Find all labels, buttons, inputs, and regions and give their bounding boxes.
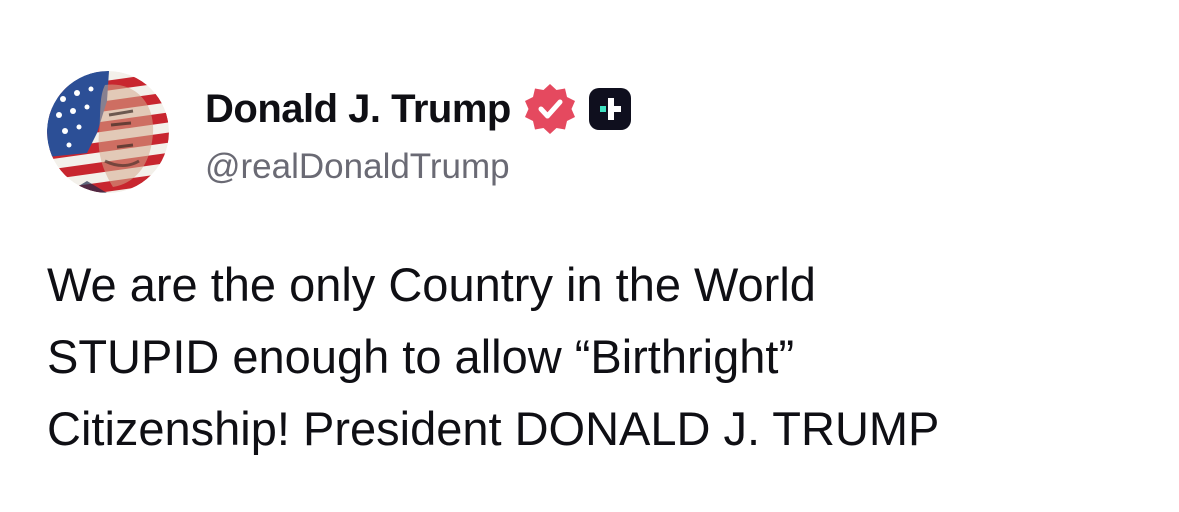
author-name-row: Donald J. Trump xyxy=(205,80,631,138)
post-text-line: Citizenship! President DONALD J. TRUMP xyxy=(47,402,940,455)
post-text-line: STUPID enough to allow “Birthright” xyxy=(47,330,795,383)
post-text: We are the only Country in the World STU… xyxy=(47,249,1147,465)
avatar-image xyxy=(47,71,169,193)
post-text-line: We are the only Country in the World xyxy=(47,258,816,311)
plus-badge-icon xyxy=(588,88,631,130)
author-handle[interactable]: @realDonaldTrump xyxy=(205,147,510,187)
display-name[interactable]: Donald J. Trump xyxy=(205,87,511,132)
verified-badge-icon xyxy=(523,82,577,136)
avatar[interactable] xyxy=(47,71,169,193)
post-card: Donald J. Trump @realDonaldTrump We are … xyxy=(0,0,1179,512)
